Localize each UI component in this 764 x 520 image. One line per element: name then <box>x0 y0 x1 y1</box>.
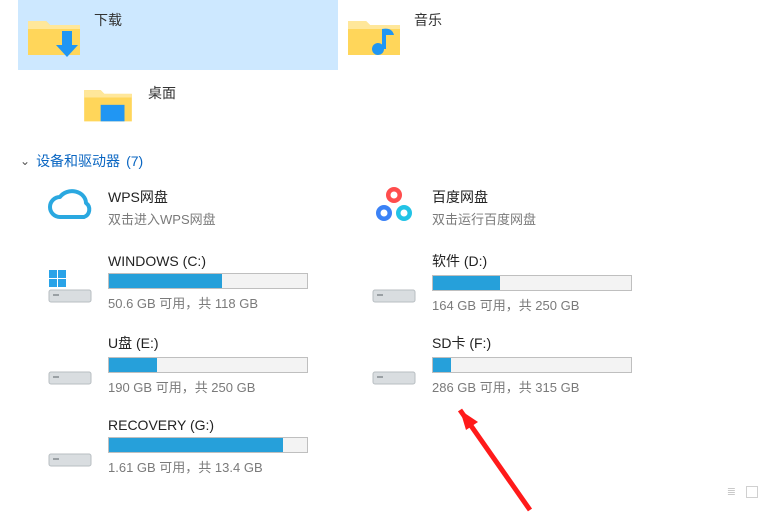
folder-label: 下载 <box>94 10 122 30</box>
cloud-wps[interactable]: WPS网盘 双击进入WPS网盘 <box>46 179 366 235</box>
windows-drive-icon <box>46 258 94 306</box>
desktop-folder-icon <box>80 75 136 131</box>
view-mode-tray: ≣ <box>727 485 758 498</box>
drive-usage-fill <box>109 438 283 452</box>
folder-label: 桌面 <box>148 83 176 103</box>
cloud-baidu[interactable]: 百度网盘 双击运行百度网盘 <box>370 179 690 235</box>
section-count: (7) <box>126 153 143 169</box>
cloud-title: 百度网盘 <box>432 187 536 207</box>
cloud-sub: 双击运行百度网盘 <box>432 209 536 228</box>
drive-sub: 286 GB 可用，共 315 GB <box>432 377 680 396</box>
drive-d[interactable]: 软件 (D:) 164 GB 可用，共 250 GB <box>370 247 690 317</box>
folder-label: 音乐 <box>414 10 442 30</box>
drive-sub: 190 GB 可用，共 250 GB <box>108 377 356 396</box>
folder-music[interactable]: 音乐 <box>338 0 658 70</box>
drive-e[interactable]: U盘 (E:) 190 GB 可用，共 250 GB <box>46 329 366 399</box>
drive-usage-bar <box>432 275 632 291</box>
drive-title: WINDOWS (C:) <box>108 253 356 269</box>
hdd-drive-icon <box>370 258 418 306</box>
drive-usage-bar <box>108 437 308 453</box>
folder-downloads[interactable]: 下载 <box>18 0 338 70</box>
drive-sub: 50.6 GB 可用，共 118 GB <box>108 293 356 312</box>
view-tiles-icon[interactable] <box>746 486 758 498</box>
drive-title: SD卡 (F:) <box>432 333 680 353</box>
hdd-drive-icon <box>370 340 418 388</box>
drive-usage-fill <box>109 274 222 288</box>
drive-usage-fill <box>109 358 157 372</box>
drive-f[interactable]: SD卡 (F:) 286 GB 可用，共 315 GB <box>370 329 690 399</box>
drive-usage-bar <box>108 357 308 373</box>
drive-title: 软件 (D:) <box>432 251 680 271</box>
chevron-down-icon: ⌄ <box>20 154 30 168</box>
drive-c[interactable]: WINDOWS (C:) 50.6 GB 可用，共 118 GB <box>46 247 366 317</box>
folder-desktop[interactable]: 桌面 <box>72 73 392 133</box>
devices-section-header[interactable]: ⌄ 设备和驱动器 (7) <box>18 151 764 171</box>
drive-sub: 1.61 GB 可用，共 13.4 GB <box>108 457 356 476</box>
downloads-folder-icon <box>26 7 82 63</box>
wps-cloud-icon <box>46 183 94 231</box>
music-folder-icon <box>346 7 402 63</box>
drive-g[interactable]: RECOVERY (G:) 1.61 GB 可用，共 13.4 GB <box>46 411 366 481</box>
drive-title: RECOVERY (G:) <box>108 417 356 433</box>
drive-usage-fill <box>433 358 451 372</box>
baidu-cloud-icon <box>370 183 418 231</box>
view-details-icon[interactable]: ≣ <box>727 485 736 498</box>
hdd-drive-icon <box>46 340 94 388</box>
drive-usage-bar <box>432 357 632 373</box>
drive-usage-bar <box>108 273 308 289</box>
cloud-sub: 双击进入WPS网盘 <box>108 209 216 228</box>
section-title: 设备和驱动器 <box>36 151 120 171</box>
drive-title: U盘 (E:) <box>108 333 356 353</box>
drive-usage-fill <box>433 276 500 290</box>
drive-sub: 164 GB 可用，共 250 GB <box>432 295 680 314</box>
cloud-title: WPS网盘 <box>108 187 216 207</box>
hdd-drive-icon <box>46 422 94 470</box>
